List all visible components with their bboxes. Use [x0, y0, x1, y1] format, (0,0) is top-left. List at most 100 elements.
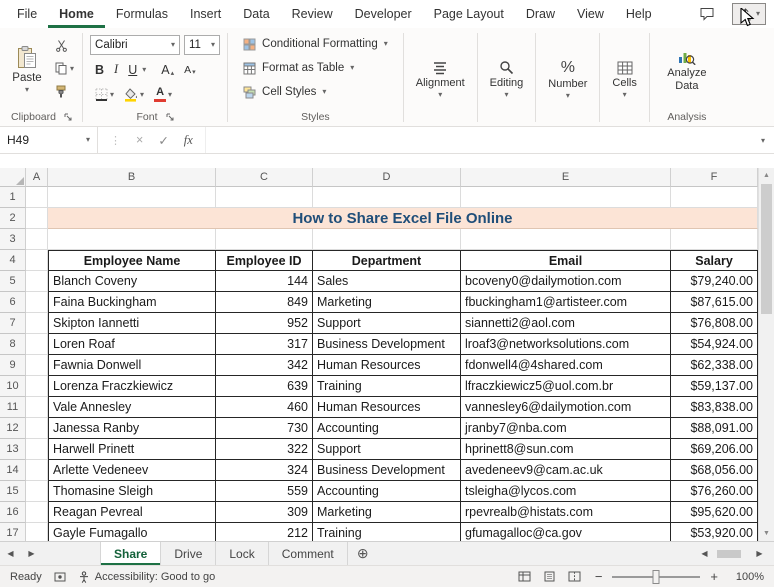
- cell[interactable]: [48, 187, 216, 208]
- underline-button[interactable]: U: [123, 63, 142, 77]
- ribbon-tab-insert[interactable]: Insert: [179, 0, 232, 28]
- table-cell[interactable]: 559: [216, 481, 313, 502]
- cell[interactable]: [461, 229, 671, 250]
- cancel-icon[interactable]: ×: [136, 133, 143, 147]
- cell[interactable]: [671, 229, 758, 250]
- table-cell[interactable]: avedeneev9@cam.ac.uk: [461, 460, 671, 481]
- column-header-b[interactable]: B: [48, 168, 216, 187]
- select-all-corner[interactable]: [0, 168, 26, 187]
- cell-A13[interactable]: [26, 439, 48, 460]
- table-cell[interactable]: $79,240.00: [671, 271, 758, 292]
- row-header-15[interactable]: 15: [0, 481, 26, 502]
- number-button[interactable]: % Number ▾: [539, 31, 596, 126]
- table-cell[interactable]: $87,615.00: [671, 292, 758, 313]
- table-cell[interactable]: hprinett8@sun.com: [461, 439, 671, 460]
- font-dialog-launcher[interactable]: [166, 113, 174, 121]
- table-cell[interactable]: Lorenza Fraczkiewicz: [48, 376, 216, 397]
- row-header-5[interactable]: 5: [0, 271, 26, 292]
- table-cell[interactable]: Human Resources: [313, 355, 461, 376]
- sheet-tab-share[interactable]: Share: [100, 542, 162, 565]
- table-cell[interactable]: siannetti2@aol.com: [461, 313, 671, 334]
- row-header-16[interactable]: 16: [0, 502, 26, 523]
- name-box[interactable]: H49 ▾: [0, 127, 98, 153]
- row-header-6[interactable]: 6: [0, 292, 26, 313]
- table-cell[interactable]: jranby7@nba.com: [461, 418, 671, 439]
- row-header-9[interactable]: 9: [0, 355, 26, 376]
- ribbon-tab-formulas[interactable]: Formulas: [105, 0, 179, 28]
- table-cell[interactable]: 144: [216, 271, 313, 292]
- table-cell[interactable]: Skipton Iannetti: [48, 313, 216, 334]
- formula-bar-handle-icon[interactable]: ⋮: [110, 134, 121, 147]
- table-cell[interactable]: bcoveny0@dailymotion.com: [461, 271, 671, 292]
- table-cell[interactable]: Janessa Ranby: [48, 418, 216, 439]
- copy-button[interactable]: ▾: [50, 57, 79, 80]
- row-header-14[interactable]: 14: [0, 460, 26, 481]
- comments-button[interactable]: [694, 3, 720, 25]
- scroll-down-icon[interactable]: ▼: [759, 526, 774, 541]
- table-cell[interactable]: $88,091.00: [671, 418, 758, 439]
- sheet-tab-drive[interactable]: Drive: [161, 542, 217, 565]
- font-size-select[interactable]: 11 ▾: [184, 34, 221, 55]
- column-header-e[interactable]: E: [461, 168, 671, 187]
- table-cell[interactable]: 309: [216, 502, 313, 523]
- table-cell[interactable]: Sales: [313, 271, 461, 292]
- table-cell[interactable]: $83,838.00: [671, 397, 758, 418]
- editing-button[interactable]: Editing ▾: [481, 31, 533, 126]
- table-cell[interactable]: lfraczkiewicz5@uol.com.br: [461, 376, 671, 397]
- table-cell[interactable]: lroaf3@networksolutions.com: [461, 334, 671, 355]
- table-cell[interactable]: 342: [216, 355, 313, 376]
- table-cell[interactable]: 849: [216, 292, 313, 313]
- table-cell[interactable]: Loren Roaf: [48, 334, 216, 355]
- underline-chevron-icon[interactable]: ▾: [142, 65, 146, 74]
- scroll-up-icon[interactable]: ▲: [759, 168, 774, 183]
- font-color-button[interactable]: A ▾: [149, 83, 177, 107]
- vertical-scroll-track[interactable]: [759, 183, 774, 526]
- insert-function-icon[interactable]: fx: [184, 133, 193, 148]
- cell-A4[interactable]: [26, 250, 48, 271]
- table-cell[interactable]: 730: [216, 418, 313, 439]
- table-cell[interactable]: $95,620.00: [671, 502, 758, 523]
- table-header-cell[interactable]: Department: [313, 250, 461, 271]
- table-cell[interactable]: Training: [313, 523, 461, 541]
- font-name-select[interactable]: Calibri ▾: [90, 34, 181, 55]
- cell-A5[interactable]: [26, 271, 48, 292]
- accessibility-status[interactable]: Accessibility: Good to go: [78, 571, 215, 583]
- zoom-in-icon[interactable]: +: [708, 569, 720, 584]
- table-cell[interactable]: Gayle Fumagallo: [48, 523, 216, 541]
- table-cell[interactable]: Thomasine Sleigh: [48, 481, 216, 502]
- row-header-10[interactable]: 10: [0, 376, 26, 397]
- ribbon-tab-help[interactable]: Help: [615, 0, 663, 28]
- row-header-8[interactable]: 8: [0, 334, 26, 355]
- cell-A8[interactable]: [26, 334, 48, 355]
- ribbon-tab-view[interactable]: View: [566, 0, 615, 28]
- table-cell[interactable]: $76,808.00: [671, 313, 758, 334]
- sheet-nav-left-icon[interactable]: ◀: [0, 542, 21, 565]
- table-cell[interactable]: Training: [313, 376, 461, 397]
- table-cell[interactable]: fdonwell4@4shared.com: [461, 355, 671, 376]
- borders-button[interactable]: ▾: [90, 83, 119, 107]
- fill-color-button[interactable]: ▾: [119, 83, 149, 107]
- table-cell[interactable]: Accounting: [313, 418, 461, 439]
- ribbon-tab-draw[interactable]: Draw: [515, 0, 566, 28]
- row-header-17[interactable]: 17: [0, 523, 26, 541]
- table-cell[interactable]: Arlette Vedeneev: [48, 460, 216, 481]
- cell-A9[interactable]: [26, 355, 48, 376]
- cell-A12[interactable]: [26, 418, 48, 439]
- table-cell[interactable]: 212: [216, 523, 313, 541]
- table-cell[interactable]: $59,137.00: [671, 376, 758, 397]
- cell-A6[interactable]: [26, 292, 48, 313]
- table-cell[interactable]: Vale Annesley: [48, 397, 216, 418]
- table-cell[interactable]: $53,920.00: [671, 523, 758, 541]
- paste-button[interactable]: Paste ▾: [4, 31, 50, 108]
- cell[interactable]: [313, 187, 461, 208]
- table-cell[interactable]: 322: [216, 439, 313, 460]
- table-cell[interactable]: Business Development: [313, 460, 461, 481]
- normal-view-icon[interactable]: [518, 571, 531, 582]
- zoom-slider-thumb[interactable]: [652, 569, 660, 584]
- cell-A11[interactable]: [26, 397, 48, 418]
- cell[interactable]: [26, 187, 48, 208]
- table-cell[interactable]: Marketing: [313, 502, 461, 523]
- decrease-font-size-button[interactable]: A ▾: [179, 64, 201, 76]
- horizontal-scrollbar[interactable]: ◀ ▶: [694, 542, 774, 565]
- table-cell[interactable]: Reagan Pevreal: [48, 502, 216, 523]
